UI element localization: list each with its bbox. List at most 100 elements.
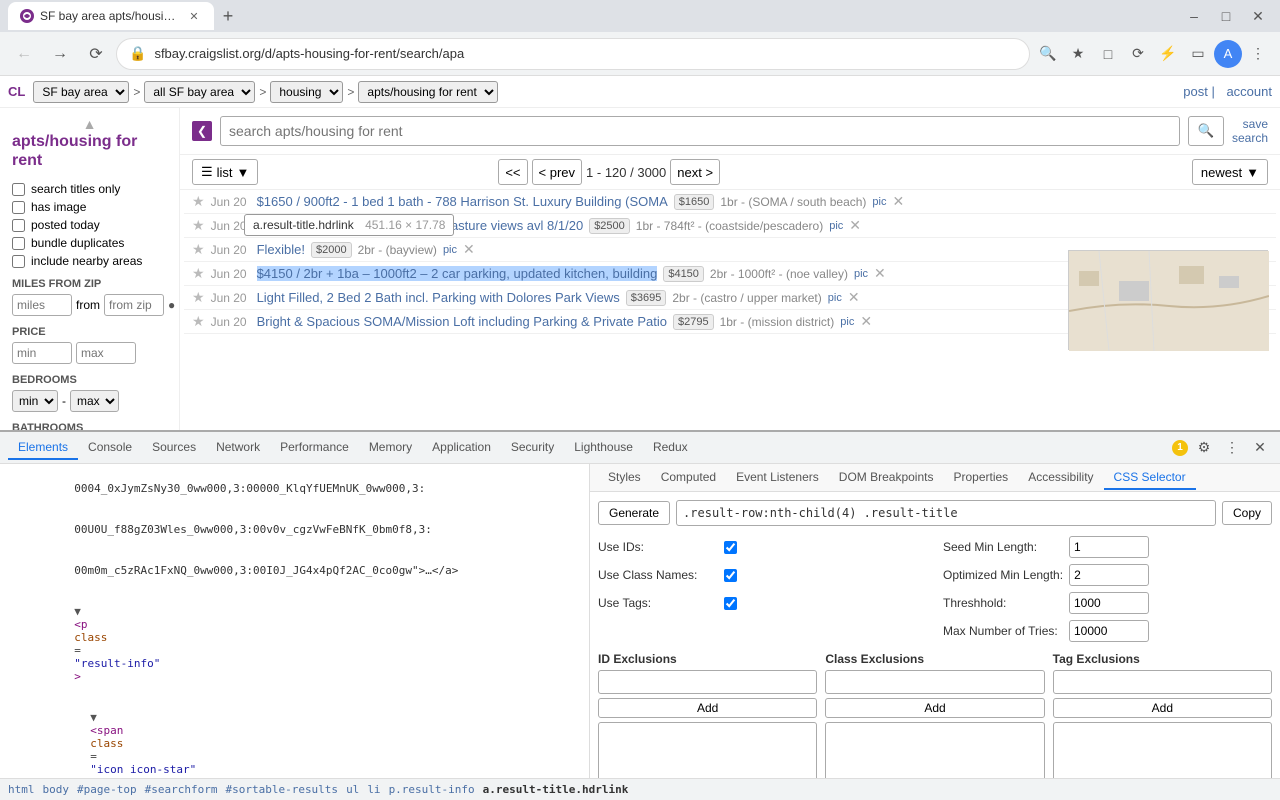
search-icon[interactable]: 🔍 [1034,40,1062,68]
menu-icon[interactable]: ⋮ [1244,40,1272,68]
price-min-input[interactable] [12,342,72,364]
sort-button[interactable]: newest ▼ [1192,159,1268,185]
posted-today-checkbox[interactable] [12,219,25,232]
id-exclusions-input[interactable] [598,670,817,694]
post-link[interactable]: post [1183,84,1208,99]
next-page-button[interactable]: next > [670,159,720,185]
tab-elements[interactable]: Elements [8,436,78,460]
result-pic-link[interactable]: pic [828,292,842,304]
location-icon[interactable]: ● [168,298,175,312]
threshold-input[interactable] [1069,592,1149,614]
region-select[interactable]: SF bay area [33,81,129,103]
tab-security[interactable]: Security [501,436,564,460]
search-titles-label[interactable]: search titles only [12,182,167,196]
settings-icon[interactable]: ⚙ [1192,436,1216,460]
result-title-link[interactable]: Bright & Spacious SOMA/Mission Loft incl… [257,314,667,329]
back-button[interactable]: ← [8,38,40,70]
max-tries-input[interactable] [1069,620,1149,642]
id-add-button[interactable]: Add [598,698,817,718]
cast-icon[interactable]: ▭ [1184,40,1212,68]
close-button[interactable]: ✕ [1244,2,1272,30]
triangle-icon[interactable] [90,711,97,724]
result-close-button[interactable]: ✕ [849,217,861,234]
generate-button[interactable]: Generate [598,501,670,525]
copy-button[interactable]: Copy [1222,501,1272,525]
tag-add-button[interactable]: Add [1053,698,1272,718]
reload-button[interactable]: ⟳ [80,38,112,70]
result-title-link[interactable]: $4150 / 2br + 1ba – 1000ft2 – 2 car park… [257,266,658,281]
search-button[interactable]: 🔍 [1188,116,1224,146]
use-tags-checkbox[interactable] [724,597,737,610]
tag-exclusions-input[interactable] [1053,670,1272,694]
element-line[interactable]: <p class = "result-info" > [0,591,589,697]
search-titles-checkbox[interactable] [12,183,25,196]
star-icon[interactable]: ★ [192,217,205,234]
star-icon[interactable]: ★ [192,289,205,306]
forward-button[interactable]: → [44,38,76,70]
tab-sources[interactable]: Sources [142,436,206,460]
star-icon[interactable]: ★ [192,193,205,210]
bc-body[interactable]: body [43,783,70,796]
element-line[interactable]: 0004_0xJymZsNy30_0ww000,3:00000_KlqYfUEM… [0,468,589,509]
account-link[interactable]: account [1226,84,1272,99]
area-select[interactable]: all SF bay area [144,81,255,103]
has-image-label[interactable]: has image [12,200,167,214]
prev-page-button[interactable]: < prev [532,159,583,185]
bedrooms-min-select[interactable]: min [12,390,58,412]
refresh-icon[interactable]: ⟳ [1124,40,1152,68]
element-line[interactable]: <span class = "icon icon-star" role= "bu… [0,697,589,778]
category-select[interactable]: housing [270,81,343,103]
result-title-link[interactable]: Flexible! [257,242,305,257]
posted-today-label[interactable]: posted today [12,218,167,232]
tab-memory[interactable]: Memory [359,436,422,460]
result-close-button[interactable]: ✕ [892,193,904,210]
bc-page-top[interactable]: #page-top [77,783,137,796]
bundle-duplicates-label[interactable]: bundle duplicates [12,236,167,250]
seed-min-input[interactable] [1069,536,1149,558]
result-close-button[interactable]: ✕ [874,265,886,282]
styles-tab[interactable]: Styles [598,466,651,490]
selector-input[interactable] [676,500,1216,526]
scroll-up-indicator[interactable]: ▲ [12,116,167,132]
result-pic-link[interactable]: pic [829,220,843,232]
result-close-button[interactable]: ✕ [860,313,872,330]
bc-html[interactable]: html [8,783,35,796]
triangle-icon[interactable] [74,605,81,618]
dom-breakpoints-tab[interactable]: DOM Breakpoints [829,466,944,490]
save-search-link[interactable]: savesearch [1232,117,1268,145]
star-icon[interactable]: ★ [192,313,205,330]
tab-lighthouse[interactable]: Lighthouse [564,436,643,460]
active-tab[interactable]: SF bay area apts/housing for ren ✕ [8,2,214,30]
star-icon[interactable]: ★ [192,265,205,282]
element-line[interactable]: 00m0m_c5zRAc1FxNQ_0ww000,3:00I0J_JG4x4pQ… [0,550,589,591]
tab-network[interactable]: Network [206,436,270,460]
optimized-min-input[interactable] [1069,564,1149,586]
element-line[interactable]: 00U0U_f88gZ03Wles_0ww000,3:00v0v_cgzVwFe… [0,509,589,550]
more-icon[interactable]: ⋮ [1220,436,1244,460]
bc-sortable-results[interactable]: #sortable-results [225,783,338,796]
has-image-checkbox[interactable] [12,201,25,214]
include-nearby-label[interactable]: include nearby areas [12,254,167,268]
collapse-button[interactable]: ❮ [192,121,212,141]
bundle-duplicates-checkbox[interactable] [12,237,25,250]
list-view-button[interactable]: ☰ list ▼ [192,159,258,185]
search-input[interactable] [220,116,1180,146]
devtools-close-icon[interactable]: ✕ [1248,436,1272,460]
event-listeners-tab[interactable]: Event Listeners [726,466,829,490]
result-pic-link[interactable]: pic [854,268,868,280]
css-selector-tab[interactable]: CSS Selector [1104,466,1196,490]
result-pic-link[interactable]: pic [443,244,457,256]
result-close-button[interactable]: ✕ [848,289,860,306]
maximize-button[interactable]: □ [1212,2,1240,30]
tab-performance[interactable]: Performance [270,436,359,460]
properties-tab[interactable]: Properties [943,466,1018,490]
tab-close-button[interactable]: ✕ [186,8,202,24]
bc-li[interactable]: li [367,783,380,796]
first-page-button[interactable]: << [498,159,527,185]
tab-redux[interactable]: Redux [643,436,698,460]
miles-input[interactable] [12,294,72,316]
class-add-button[interactable]: Add [825,698,1044,718]
class-exclusions-input[interactable] [825,670,1044,694]
accessibility-tab[interactable]: Accessibility [1018,466,1103,490]
include-nearby-checkbox[interactable] [12,255,25,268]
